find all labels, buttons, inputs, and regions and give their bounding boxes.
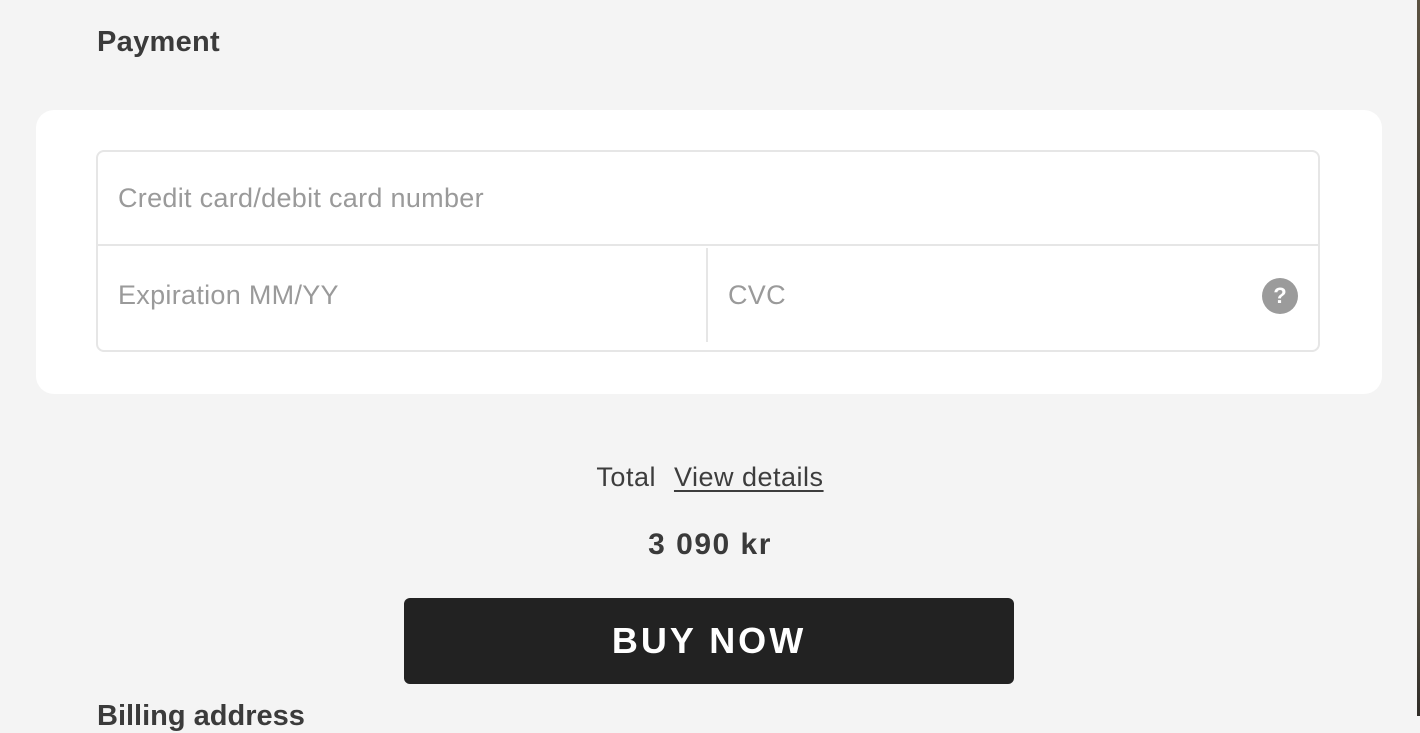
total-label: Total [596,462,656,492]
cvc-field[interactable]: CVC [708,248,1318,342]
billing-address-title: Billing address [97,700,305,732]
card-number-field[interactable]: Credit card/debit card number [98,152,1318,246]
card-input-group: Credit card/debit card number Expiration… [96,150,1320,352]
question-circle-icon[interactable]: ? [1262,278,1298,314]
total-row: Total View details [0,462,1420,493]
buy-now-button[interactable]: BUY NOW [404,598,1014,684]
payment-card: Credit card/debit card number Expiration… [36,110,1382,394]
view-details-link[interactable]: View details [674,462,824,492]
total-amount: 3 090 kr [648,528,772,561]
expiration-field[interactable]: Expiration MM/YY [98,248,708,342]
payment-section-title: Payment [97,26,220,58]
